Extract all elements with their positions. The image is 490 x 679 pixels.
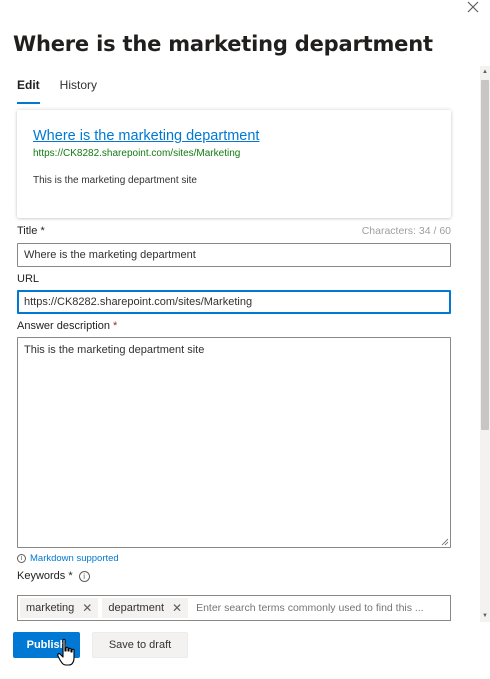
url-field[interactable]: https://CK8282.sharepoint.com/sites/Mark… [17, 290, 451, 314]
info-icon[interactable]: i [78, 570, 90, 582]
keyword-chip-label: marketing [26, 602, 75, 614]
scroll-up-icon[interactable]: ▲ [482, 68, 488, 76]
remove-keyword-icon[interactable]: ✕ [172, 601, 182, 615]
hand-cursor-icon [57, 638, 75, 666]
char-count: Characters: 34 / 60 [361, 225, 451, 237]
close-icon [467, 1, 479, 13]
save-draft-button[interactable]: Save to draft [92, 632, 188, 658]
keyword-chip-label: department [108, 602, 165, 614]
title-label-row: Title * Characters: 34 / 60 [17, 225, 451, 237]
keyword-chip: department ✕ [102, 598, 189, 618]
preview-title-link[interactable]: Where is the marketing department [33, 128, 435, 144]
panel-footer: Publish Save to draft [0, 622, 490, 679]
title-field[interactable]: Where is the marketing department [17, 243, 451, 267]
description-textarea[interactable]: This is the marketing department site [17, 337, 451, 548]
close-button[interactable] [462, 0, 484, 18]
markdown-hint[interactable]: i Markdown supported [17, 553, 119, 564]
keywords-picker[interactable]: marketing ✕ department ✕ [17, 595, 451, 621]
remove-keyword-icon[interactable]: ✕ [82, 601, 92, 615]
scrollbar-thumb[interactable] [481, 80, 489, 430]
required-marker: * [40, 225, 45, 237]
keyword-chip: marketing ✕ [20, 598, 99, 618]
answer-preview-card: Where is the marketing department https:… [17, 110, 451, 218]
required-marker: * [113, 320, 118, 332]
preview-description: This is the marketing department site [33, 175, 197, 186]
description-label: Answer description * [17, 320, 118, 332]
url-label-row: URL [17, 273, 451, 285]
scroll-down-icon[interactable]: ▼ [482, 612, 488, 620]
resize-handle-icon[interactable] [441, 538, 449, 546]
scrollbar[interactable]: ▲ ▼ [480, 66, 490, 622]
description-text: This is the marketing department site [24, 344, 205, 356]
keywords-input[interactable] [192, 602, 448, 614]
description-label-row: Answer description * [17, 320, 451, 332]
preview-url: https://CK8282.sharepoint.com/sites/Mark… [33, 148, 241, 159]
url-label: URL [17, 273, 40, 285]
title-label: Title * [17, 225, 45, 237]
required-marker: * [68, 570, 73, 582]
panel-title: Where is the marketing department [13, 32, 433, 56]
keywords-label: Keywords * i [17, 570, 90, 582]
info-icon: i [17, 554, 26, 563]
markdown-hint-text: Markdown supported [30, 553, 119, 564]
form-scroll-area: Where is the marketing department https:… [0, 100, 478, 622]
